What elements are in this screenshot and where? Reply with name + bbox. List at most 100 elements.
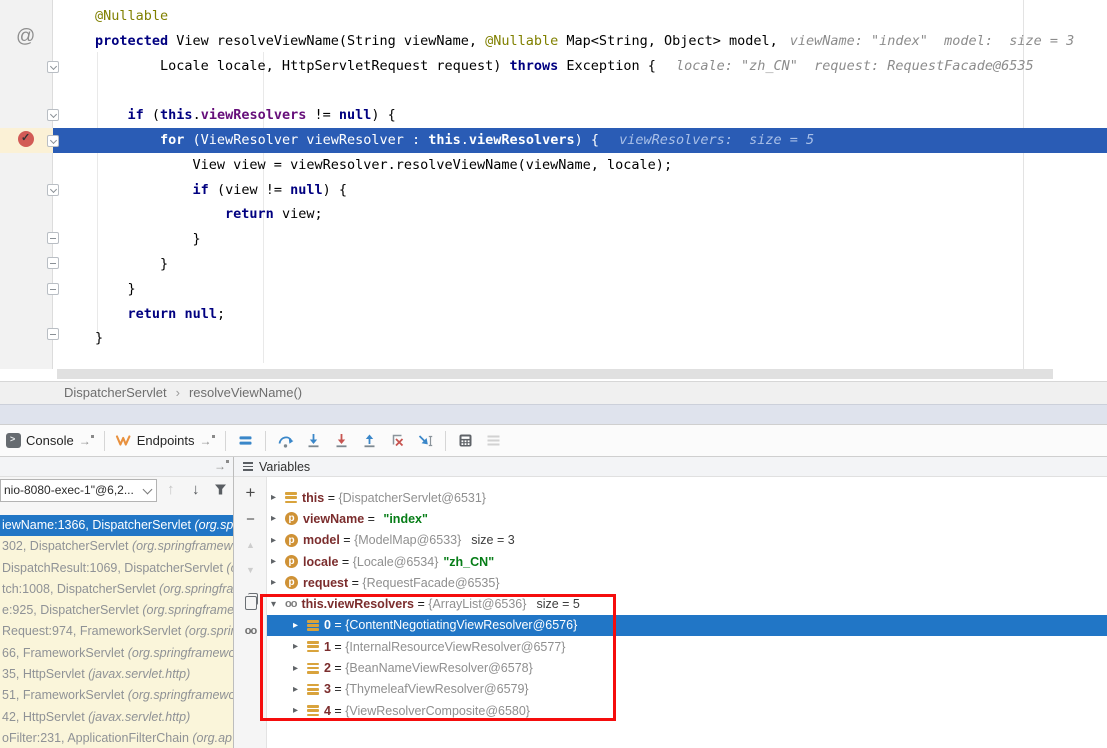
bars-icon bbox=[307, 663, 319, 674]
chevron-right-icon[interactable]: ▸ bbox=[271, 535, 285, 546]
chevron-right-icon[interactable]: ▸ bbox=[293, 705, 307, 716]
chevron-right-icon[interactable]: ▸ bbox=[293, 684, 307, 695]
step-out-button[interactable] bbox=[360, 430, 379, 452]
fold-marker-icon[interactable] bbox=[47, 135, 59, 147]
move-watch-down-button[interactable]: ▼ bbox=[234, 565, 267, 575]
variable-row-this[interactable]: ▸this = {DispatcherServlet@6531} bbox=[267, 487, 1107, 508]
stack-frame-row[interactable]: 302, DispatcherServlet (org.springframew bbox=[0, 536, 233, 557]
stack-frame-row[interactable]: 51, FrameworkServlet (org.springframewo bbox=[0, 685, 233, 706]
variable-row-4[interactable]: ▸4 = {ViewResolverComposite@6580} bbox=[267, 700, 1107, 721]
remove-watch-button[interactable]: − bbox=[234, 511, 267, 528]
variable-row-3[interactable]: ▸3 = {ThymeleafViewResolver@6579} bbox=[267, 679, 1107, 700]
tab-endpoints[interactable]: Endpoints → bbox=[115, 433, 215, 448]
chevron-right-icon[interactable]: ▸ bbox=[293, 641, 307, 652]
code-line: } bbox=[53, 277, 1107, 302]
variable-row-viewName[interactable]: ▸pviewName = "index" bbox=[267, 508, 1107, 529]
toolbar-separator bbox=[445, 431, 446, 451]
frames-filter-button[interactable] bbox=[214, 482, 227, 502]
drop-frame-button[interactable] bbox=[388, 430, 407, 452]
force-step-into-icon bbox=[333, 432, 350, 449]
code-editor: @ @Nullableprotected View resolveViewNam… bbox=[0, 0, 1107, 369]
evaluate-expression-button[interactable] bbox=[456, 430, 475, 452]
variable-row-2[interactable]: ▸2 = {BeanNameViewResolver@6578} bbox=[267, 657, 1107, 678]
variable-row-1[interactable]: ▸1 = {InternalResourceViewResolver@6577} bbox=[267, 636, 1107, 657]
stack-frame-row[interactable]: Request:974, FrameworkServlet (org.sprin bbox=[0, 621, 233, 642]
console-icon bbox=[6, 433, 21, 448]
next-frame-button[interactable]: ↓ bbox=[192, 480, 200, 500]
annotation-gutter-icon: @ bbox=[16, 26, 35, 48]
stack-frame-row[interactable]: DispatchResult:1069, DispatcherServlet (… bbox=[0, 558, 233, 579]
show-watches-toggle[interactable]: oo bbox=[234, 625, 267, 637]
copy-icon bbox=[245, 596, 257, 610]
fold-marker-icon[interactable] bbox=[47, 184, 59, 196]
chevron-right-icon[interactable]: ▸ bbox=[271, 513, 285, 524]
chevron-right-icon[interactable]: ▸ bbox=[271, 492, 285, 503]
variable-row-0[interactable]: ▸0 = {ContentNegotiatingViewResolver@657… bbox=[267, 615, 1107, 636]
show-execution-point-button[interactable] bbox=[236, 430, 255, 452]
fold-marker-icon[interactable] bbox=[47, 283, 59, 295]
duplicate-watch-button[interactable] bbox=[234, 596, 267, 615]
step-over-button[interactable] bbox=[276, 430, 295, 452]
param-icon: p bbox=[285, 534, 298, 547]
endpoints-tab-label: Endpoints bbox=[137, 433, 195, 448]
chevron-right-icon[interactable]: ▸ bbox=[271, 577, 285, 588]
bars-icon bbox=[307, 684, 319, 695]
step-into-button[interactable] bbox=[304, 430, 323, 452]
run-to-cursor-icon bbox=[417, 432, 434, 449]
chevron-right-icon[interactable]: ▸ bbox=[293, 663, 307, 674]
stack-frame-row[interactable]: oFilter:231, ApplicationFilterChain (org… bbox=[0, 728, 233, 748]
step-over-icon bbox=[277, 432, 294, 449]
code-line: protected View resolveViewName(String vi… bbox=[53, 29, 1107, 54]
force-step-into-button[interactable] bbox=[332, 430, 351, 452]
variable-row-locale[interactable]: ▸plocale = {Locale@6534}"zh_CN" bbox=[267, 551, 1107, 572]
stack-frame-row[interactable]: tch:1008, DispatcherServlet (org.springf… bbox=[0, 579, 233, 600]
fold-marker-icon[interactable] bbox=[47, 257, 59, 269]
fold-marker-icon[interactable] bbox=[47, 61, 59, 73]
add-watch-button[interactable]: + bbox=[234, 483, 267, 503]
previous-frame-button[interactable]: ↑ bbox=[167, 480, 175, 500]
thread-selector-dropdown[interactable]: nio-8080-exec-1"@6,2... bbox=[0, 479, 157, 502]
code-line: return null; bbox=[53, 302, 1107, 327]
bars-icon bbox=[307, 620, 319, 631]
code-line: View view = viewResolver.resolveViewName… bbox=[53, 153, 1107, 178]
breadcrumb: DispatcherServlet›resolveViewName() bbox=[0, 381, 1107, 404]
horizontal-scrollbar-thumb[interactable] bbox=[57, 369, 1053, 379]
fold-marker-icon[interactable] bbox=[47, 232, 59, 244]
stack-frame-row[interactable]: 35, HttpServlet (javax.servlet.http) bbox=[0, 664, 233, 685]
float-window-icon: → bbox=[79, 434, 94, 448]
frames-panel-header: → bbox=[0, 457, 233, 477]
move-watch-up-button[interactable]: ▲ bbox=[234, 540, 267, 550]
chevron-right-icon[interactable]: ▸ bbox=[271, 556, 285, 567]
variable-row-model[interactable]: ▸pmodel = {ModelMap@6533}size = 3 bbox=[267, 530, 1107, 551]
param-icon: p bbox=[285, 555, 298, 568]
bars-icon bbox=[307, 641, 319, 652]
chevron-right-icon[interactable]: ▸ bbox=[293, 620, 307, 631]
variable-row-this.viewResolvers[interactable]: ▾oothis.viewResolvers = {ArrayList@6536}… bbox=[267, 593, 1107, 614]
run-to-cursor-button[interactable] bbox=[416, 430, 435, 452]
toolbar-separator bbox=[265, 431, 266, 451]
stack-frame-row[interactable]: 42, HttpServlet (javax.servlet.http) bbox=[0, 707, 233, 728]
param-icon: p bbox=[285, 576, 298, 589]
editor-gutter bbox=[0, 0, 53, 369]
chevron-down-icon[interactable]: ▾ bbox=[271, 599, 285, 610]
bars-icon bbox=[285, 492, 297, 503]
inline-debug-hint: viewName: "index" model: size = 3 bbox=[790, 33, 1074, 49]
variables-tree: ▸this = {DispatcherServlet@6531}▸pviewNa… bbox=[267, 477, 1107, 748]
trace-stream-chain-button[interactable] bbox=[484, 430, 503, 452]
chevron-down-icon bbox=[143, 485, 153, 495]
code-line: if (view != null) { bbox=[53, 178, 1107, 203]
page-root: @ @Nullableprotected View resolveViewNam… bbox=[0, 0, 1107, 748]
tab-console[interactable]: Console → bbox=[6, 433, 94, 448]
breadcrumb-method[interactable]: resolveViewName() bbox=[189, 385, 302, 400]
pin-icon[interactable]: → bbox=[214, 459, 229, 473]
stack-frame-row[interactable]: iewName:1366, DispatcherServlet (org.sp bbox=[0, 515, 233, 536]
stack-frame-row[interactable]: e:925, DispatcherServlet (org.springfram… bbox=[0, 600, 233, 621]
fold-marker-icon[interactable] bbox=[47, 109, 59, 121]
breadcrumb-class[interactable]: DispatcherServlet bbox=[64, 385, 167, 400]
code-line: if (this.viewResolvers != null) { bbox=[53, 103, 1107, 128]
variable-row-request[interactable]: ▸prequest = {RequestFacade@6535} bbox=[267, 572, 1107, 593]
fold-marker-icon[interactable] bbox=[47, 328, 59, 340]
breakpoint-icon[interactable] bbox=[18, 131, 34, 147]
funnel-icon bbox=[214, 483, 227, 496]
stack-frame-row[interactable]: 66, FrameworkServlet (org.springframewo bbox=[0, 643, 233, 664]
